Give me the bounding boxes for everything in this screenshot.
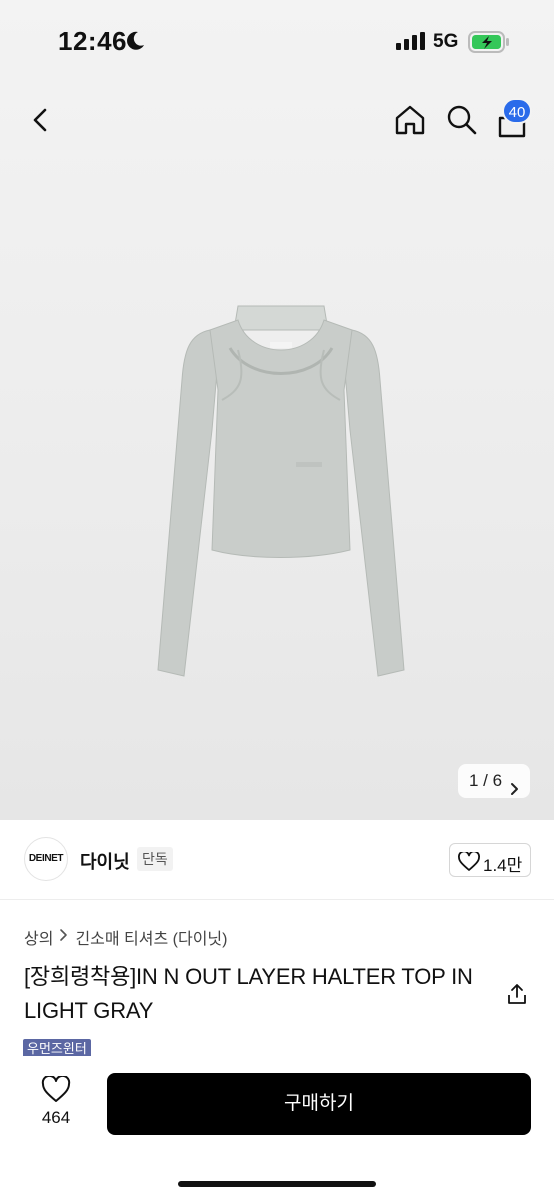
buy-button[interactable]: 구매하기 [107,1073,531,1135]
brand-like-count: 1.4만 [483,856,523,875]
breadcrumb-subcategory[interactable]: 긴소매 티셔츠 (다이닛) [75,925,227,949]
chevron-left-icon[interactable] [24,102,58,138]
cart-badge: 40 [502,98,532,124]
product-title: [장희령착용]IN N OUT LAYER HALTER TOP IN LIGH… [24,964,473,1023]
favorite-count: 464 [41,1108,71,1127]
brand-name[interactable]: 다이닛 [80,848,130,874]
heart-icon [458,850,480,876]
network-label: 5G [433,31,459,52]
status-bar: 12:46 5G [0,0,554,84]
home-indicator [178,1181,376,1187]
bottom-action-bar: 464 구매하기 [0,1056,554,1200]
brand-row: DEINET 다이닛 단독 1.4만 [0,820,554,900]
search-icon[interactable] [444,102,480,138]
exclusive-tag: 단독 [137,847,173,871]
moon-icon [124,30,146,57]
brand-like-button[interactable]: 1.4만 [449,843,531,877]
signal-icon [396,32,426,55]
chevron-right-icon [59,928,69,947]
pager-text: 1 / 6 [469,771,503,790]
product-image-gallery[interactable]: 12:46 5G 40 1 / 6 [0,0,554,820]
image-pager[interactable]: 1 / 6 [458,764,530,798]
heart-icon[interactable] [41,1074,71,1108]
brand-logo[interactable]: DEINET [24,837,68,881]
product-photo[interactable] [150,290,412,682]
status-time: 12:46 [58,26,127,56]
battery-charging-icon [468,30,510,59]
share-icon[interactable] [505,982,529,1006]
top-nav [0,96,554,144]
chevron-right-icon [510,774,520,808]
breadcrumb-category[interactable]: 상의 [24,925,53,949]
home-icon[interactable] [392,102,428,138]
breadcrumb: 상의 긴소매 티셔츠 (다이닛) [24,925,227,949]
